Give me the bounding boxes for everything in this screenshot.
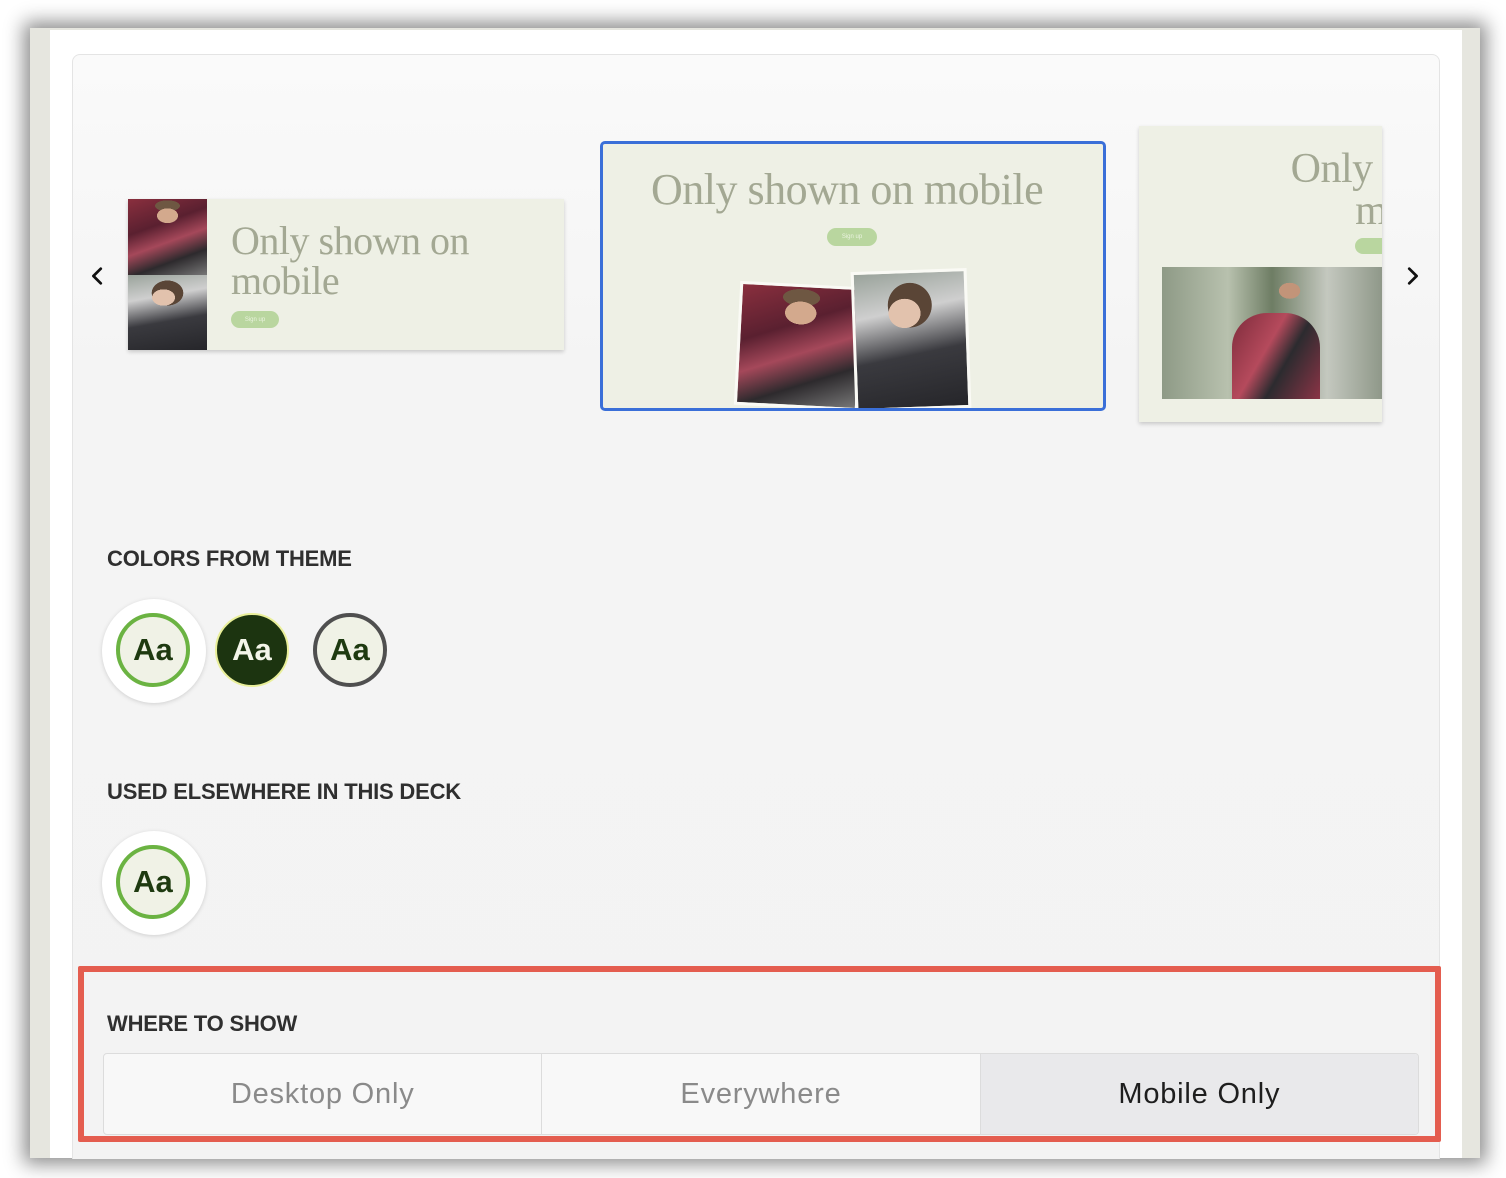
where-to-show-segmented-control: Desktop Only Everywhere Mobile Only: [103, 1053, 1419, 1135]
segment-everywhere[interactable]: Everywhere: [542, 1054, 981, 1134]
slide-signup-pill: Sign up: [827, 228, 877, 246]
slide-title: Only shown on mobile: [651, 165, 1044, 214]
where-to-show-label: WHERE TO SHOW: [107, 1011, 298, 1036]
chevron-left-icon: [92, 267, 103, 285]
slide-title: Only shown on mobile: [231, 218, 469, 303]
slide-thumbnail-3[interactable]: Only sh mol: [1139, 126, 1382, 422]
slide-thumbnail-2-selected[interactable]: Only shown on mobile Sign up: [600, 141, 1106, 411]
theme-swatch-light-green[interactable]: Aa: [116, 613, 190, 687]
slide-photo-park: [1162, 267, 1382, 399]
colors-from-theme-label: COLORS FROM THEME: [107, 546, 352, 571]
slide-photo-woman: [128, 275, 207, 350]
theme-swatch-dark[interactable]: Aa: [215, 613, 289, 687]
slide-signup-pill: [1355, 238, 1382, 254]
slide-thumbnail-1[interactable]: Only shown on mobile Sign up: [128, 199, 564, 350]
segment-mobile-only[interactable]: Mobile Only: [980, 1054, 1418, 1134]
slide-photo-man: [733, 280, 865, 408]
slide-photo-man: [128, 199, 207, 275]
slide-title: Only sh mol: [1290, 146, 1382, 234]
slide-photo-woman: [850, 268, 972, 408]
used-elsewhere-label: USED ELSEWHERE IN THIS DECK: [107, 779, 461, 804]
segment-desktop-only[interactable]: Desktop Only: [104, 1054, 543, 1134]
deck-swatch-light-green[interactable]: Aa: [116, 845, 190, 919]
slide-signup-pill: Sign up: [231, 311, 279, 328]
carousel-next-button[interactable]: [1396, 256, 1428, 296]
chevron-right-icon: [1407, 267, 1418, 285]
theme-swatch-light-gray[interactable]: Aa: [313, 613, 387, 687]
carousel-prev-button[interactable]: [82, 256, 114, 296]
